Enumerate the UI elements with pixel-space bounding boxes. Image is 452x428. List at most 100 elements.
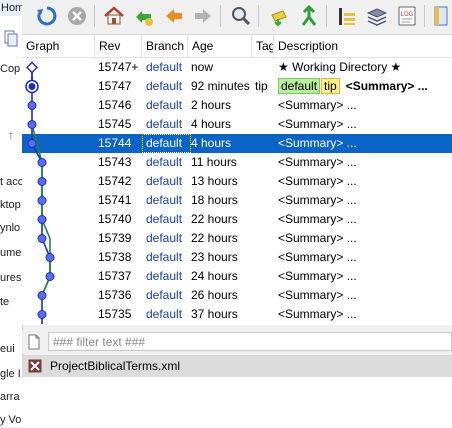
revision-node — [28, 83, 36, 90]
explorer-item[interactable]: te — [0, 296, 9, 308]
branch-name: default — [146, 212, 183, 226]
extra-toolbar-button[interactable] — [430, 3, 452, 29]
column-header-graph[interactable]: Graph — [22, 35, 95, 57]
revision-number: 15747 — [98, 79, 132, 93]
merge-button[interactable] — [296, 3, 322, 29]
file-list-item[interactable]: ProjectBiblicalTerms.xml — [22, 356, 452, 377]
branch-name: default — [146, 269, 183, 283]
columns-button[interactable] — [334, 3, 360, 29]
revision-age: 13 hours — [191, 174, 238, 188]
revision-description: <Summary> ... — [278, 307, 357, 321]
filter-bar — [22, 330, 452, 354]
revision-node — [45, 272, 55, 281]
explorer-item[interactable]: ktop — [0, 199, 21, 211]
revision-number: 15740 — [98, 212, 132, 226]
revision-number: 15741 — [98, 193, 132, 207]
branch-name: default — [146, 117, 183, 131]
update-button[interactable] — [266, 3, 292, 29]
column-header-age[interactable]: Age — [188, 35, 252, 57]
revision-node — [27, 139, 37, 148]
revision-age: 2 hours — [191, 98, 232, 112]
focus-rectangle — [142, 134, 191, 153]
branch-badge: default — [278, 78, 321, 94]
column-header-tag[interactable]: Tag — [252, 35, 274, 57]
filter-input[interactable] — [48, 332, 452, 351]
file-name: ProjectBiblicalTerms.xml — [50, 359, 181, 373]
revision-number: 15738 — [98, 250, 132, 264]
forward-arrow-icon — [195, 9, 211, 23]
home-icon — [104, 6, 124, 25]
summary-text: <Summary> ... — [345, 79, 428, 93]
revision-number: 15742 — [98, 174, 132, 188]
revision-age: 22 hours — [191, 231, 238, 245]
explorer-item[interactable]: ynlo — [0, 222, 20, 234]
refresh-button[interactable] — [34, 3, 60, 29]
columns-icon — [339, 8, 355, 25]
revision-number: 15739 — [98, 231, 132, 245]
back-button[interactable] — [161, 3, 187, 29]
revision-number: 15746 — [98, 98, 132, 112]
branch-name: default — [146, 79, 183, 93]
log-button[interactable]: LOG — [394, 3, 420, 29]
revision-age: 22 hours — [191, 212, 238, 226]
revision-description: <Summary> ... — [278, 136, 357, 150]
tip-badge: tip — [321, 78, 340, 94]
revision-age: 24 hours — [191, 269, 238, 283]
revision-age: 23 hours — [191, 250, 238, 264]
copy-icon[interactable] — [4, 30, 18, 48]
column-header-description[interactable]: Description — [274, 35, 452, 57]
forward-button[interactable] — [190, 3, 216, 29]
home-button[interactable] — [101, 3, 127, 29]
revision-number: 15747+ — [98, 60, 139, 74]
revision-number: 15744 — [98, 136, 132, 150]
revision-description: default tip <Summary> ... — [278, 77, 428, 96]
search-icon — [232, 7, 251, 26]
revision-node — [37, 291, 47, 300]
revision-log-panel: Graph Rev Branch Age Tag Description 157… — [22, 34, 452, 325]
changed-files-panel: ProjectBiblicalTerms.xml — [22, 355, 452, 428]
toolbar: LOG — [22, 0, 452, 34]
revision-node — [37, 158, 47, 167]
refresh-icon — [37, 6, 57, 26]
revision-age: 4 hours — [191, 136, 232, 150]
copy-label-fragment[interactable]: Cop — [0, 63, 20, 75]
revision-number: 15735 — [98, 307, 132, 321]
revision-description: <Summary> ... — [278, 155, 357, 169]
explorer-item[interactable]: eui — [0, 343, 15, 355]
branch-name: default — [146, 288, 183, 302]
revision-node — [37, 234, 47, 243]
revision-age: 18 hours — [191, 193, 238, 207]
home-tab-fragment[interactable]: Hom — [0, 0, 22, 16]
toolbar-separator — [326, 5, 327, 27]
revision-number: 15743 — [98, 155, 132, 169]
column-header-branch[interactable]: Branch — [142, 35, 188, 57]
revision-node — [27, 120, 37, 129]
explorer-item[interactable]: arra — [0, 391, 20, 403]
explorer-item[interactable]: ures — [0, 272, 21, 284]
revision-node — [37, 196, 47, 205]
explorer-item[interactable]: ume — [0, 247, 21, 259]
explorer-sidebar-fragment: Hom Cop ↑ t acc ktop ynlo ume ures te eu… — [0, 0, 23, 427]
revision-number: 15736 — [98, 288, 132, 302]
revision-description: <Summary> ... — [278, 288, 357, 302]
explorer-item[interactable]: y Vol — [0, 414, 22, 426]
branch-name: default — [146, 155, 183, 169]
explorer-item[interactable]: gle I — [0, 368, 21, 380]
stop-button[interactable] — [64, 3, 90, 29]
search-button[interactable] — [228, 3, 254, 29]
layers-button[interactable] — [364, 3, 390, 29]
revision-age: 11 hours — [191, 155, 237, 169]
revision-description: <Summary> ... — [278, 250, 357, 264]
explorer-item[interactable]: t acc — [0, 176, 22, 188]
column-header-rev[interactable]: Rev — [95, 35, 142, 57]
up-arrow-icon[interactable]: ↑ — [8, 128, 14, 142]
revision-age: now — [191, 60, 214, 74]
working-directory-node — [26, 61, 38, 74]
branch-name: default — [146, 60, 183, 74]
document-icon — [28, 334, 40, 350]
revision-age: 4 hours — [191, 117, 232, 131]
branch-name: default — [146, 98, 183, 112]
revision-tag: tip — [255, 79, 268, 93]
pull-button[interactable] — [131, 3, 157, 29]
pull-icon — [136, 11, 153, 26]
